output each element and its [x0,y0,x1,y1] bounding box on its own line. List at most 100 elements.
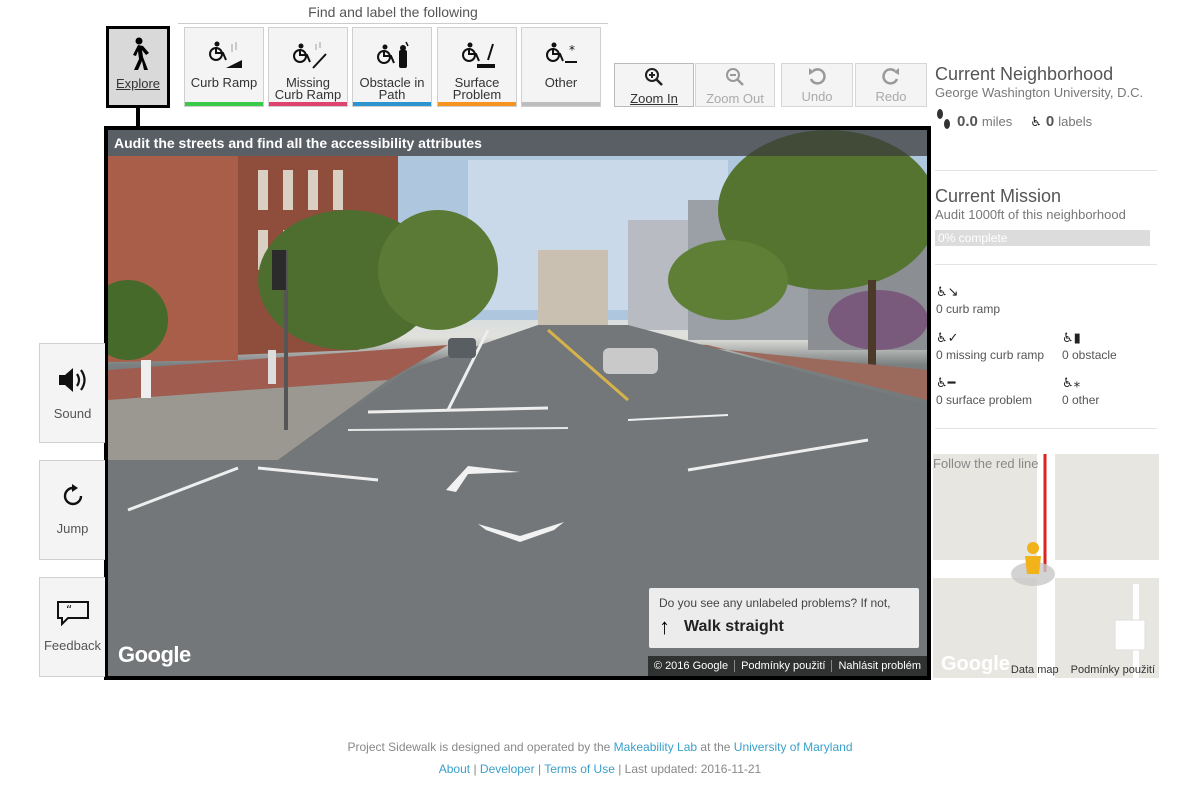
obstacle-button[interactable]: Obstacle in Path [352,27,432,107]
zoom-in-icon [615,67,693,91]
speaker-icon [40,366,105,400]
street-view-panorama[interactable]: Audit the streets and find all the acces… [104,126,931,680]
labels-unit: labels [1058,114,1093,129]
missing-curb-ramp-label-2: Curb Ramp [274,87,342,102]
zoom-out-icon [696,67,774,91]
zoom-in-button[interactable]: Zoom In [614,63,694,107]
mission-progress-bar: 0% complete [935,230,1150,246]
footer-links: About | Developer | Terms of Use | Last … [438,762,762,776]
developer-link[interactable]: Developer [480,762,535,776]
jump-button[interactable]: Jump [39,460,105,560]
feedback-label: Feedback [43,638,102,653]
zoom-in-label: Zoom In [630,91,678,106]
feedback-button[interactable]: “ Feedback [39,577,105,677]
redo-button[interactable]: Redo [855,63,927,107]
missing-curb-ramp-icon: ♿✓ [936,330,959,345]
divider [935,264,1157,265]
obstacle-icon: ♿▮ [1062,330,1081,345]
minimap-roads [933,454,1159,678]
walk-straight-button[interactable]: ↑ Walk straight [659,614,909,640]
curb-ramp-accent-bar [185,102,263,106]
footer-prefix: Project Sidewalk is designed and operate… [347,740,611,754]
arrow-up-icon: ↑ [659,614,670,639]
minimap-instruction: Follow the red line [933,456,1039,471]
label-icon: ♿ [1030,113,1042,129]
pano-report-link[interactable]: Nahlásit problém [831,660,927,672]
other-button[interactable]: * Other [521,27,601,107]
surface-problem-label-2: Problem [452,87,502,102]
other-label: Other [544,75,578,90]
terms-link[interactable]: Terms of Use [544,762,615,776]
minimap-terms-link[interactable]: Podmínky použití [1071,664,1155,676]
pano-attribution-bar: © 2016 Google Podmínky použití Nahlásit … [647,656,927,676]
missing-curb-ramp-button[interactable]: Missing Curb Ramp [268,27,348,107]
minimap-data-link[interactable]: Data map [1011,664,1059,676]
miles-unit: miles [981,114,1013,129]
obstacle-count-label: 0 obstacle [1062,348,1117,362]
neighborhood-title: Current Neighborhood [935,64,1114,84]
curb-ramp-count-label: 0 curb ramp [936,302,1001,316]
other-count-label: 0 other [1062,393,1100,407]
footprints-icon [935,108,953,135]
zoom-out-label: Zoom Out [706,91,764,106]
obstacle-label-2: Path [378,87,406,102]
curb-ramp-icon: ♿↘ [936,284,959,299]
other-accent-bar [522,102,600,106]
missing-curb-ramp-count: ♿✓ 0 missing curb ramp [936,330,1044,362]
sound-button[interactable]: Sound [39,343,105,443]
surface-problem-count-label: 0 surface problem [936,393,1033,407]
miles-value: 0.0 [957,113,978,130]
surface-problem-accent-bar [438,102,516,106]
divider [935,170,1157,171]
umd-link[interactable]: University of Maryland [734,740,853,754]
zoom-out-button[interactable]: Zoom Out [695,63,775,107]
svg-text:*: * [569,43,575,57]
pano-terms-link[interactable]: Podmínky použití [734,660,831,672]
minimap[interactable]: Follow the red line Google Data map Podm… [933,454,1159,678]
explore-button[interactable]: Explore [106,26,170,108]
missing-curb-ramp-accent-bar [269,102,347,106]
divider [935,428,1157,429]
surface-problem-button[interactable]: Surface Problem [437,27,517,107]
jump-label: Jump [56,521,89,536]
obstacle-icon [372,40,412,73]
walk-prompt: Do you see any unlabeled problems? If no… [659,596,891,610]
labels-value: 0 [1045,113,1055,130]
last-updated: Last updated: 2016-11-21 [624,762,762,776]
curb-ramp-button[interactable]: Curb Ramp [184,27,264,107]
undo-label: Undo [801,89,833,104]
obstacle-accent-bar [353,102,431,106]
mission-title: Current Mission [935,186,1062,206]
missing-curb-ramp-icon [288,40,328,73]
surface-problem-count: ♿━ 0 surface problem [936,375,1032,407]
mission-progress-text: 0% complete [938,231,1008,245]
walk-suggestion-box: Do you see any unlabeled problems? If no… [649,588,919,648]
about-link[interactable]: About [439,762,470,776]
other-count: ♿⁎ 0 other [1062,375,1099,407]
sound-label: Sound [53,406,92,421]
explore-label: Explore [115,76,161,91]
footer-credits: Project Sidewalk is designed and operate… [0,740,1200,754]
curb-ramp-count: ♿↘ 0 curb ramp [936,284,1000,316]
find-label-title: Find and label the following [178,4,608,24]
explore-indicator-stem [136,107,140,127]
neighborhood-name: George Washington University, D.C. [935,85,1144,100]
mission-section: Current Mission Audit 1000ft of this nei… [935,186,1160,222]
pedestrian-icon [125,37,151,74]
minimap-google-logo: Google [941,653,1010,675]
minimap-attribution: Data map Podmínky použití [1011,664,1155,676]
walk-straight-label: Walk straight [684,618,784,635]
google-logo: Google [118,642,191,667]
svg-text:“: “ [66,603,72,617]
other-icon: ♿⁎ [1062,375,1081,390]
footer-mid: at the [700,740,731,754]
surface-problem-icon [457,40,497,73]
redo-icon [856,67,926,89]
speech-bubble-icon: “ [40,600,105,632]
undo-button[interactable]: Undo [781,63,853,107]
makeability-link[interactable]: Makeability Lab [614,740,697,754]
pano-copyright: © 2016 Google [653,660,729,672]
pano-instruction-header: Audit the streets and find all the acces… [108,130,927,156]
undo-icon [782,67,852,89]
refresh-icon [40,483,105,515]
